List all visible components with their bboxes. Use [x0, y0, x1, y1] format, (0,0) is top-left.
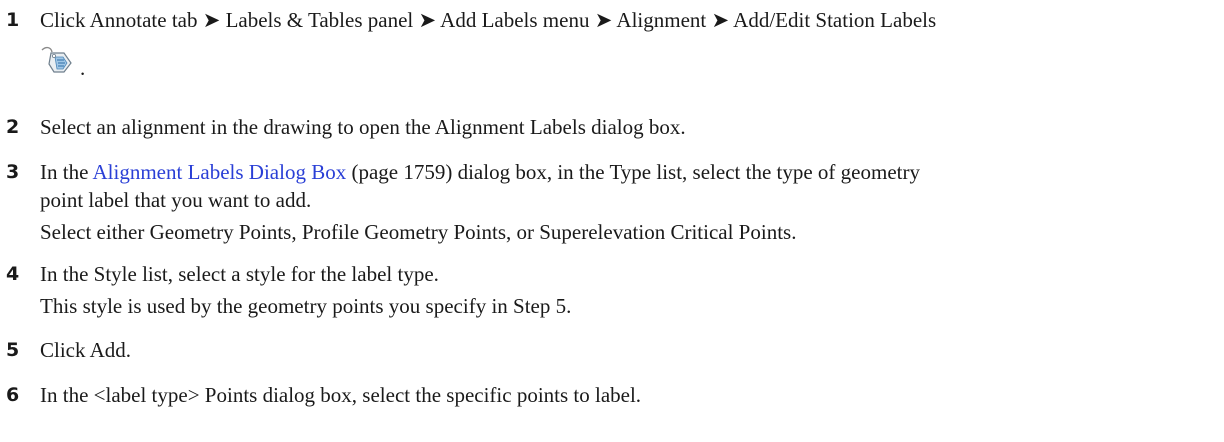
step-text: Select an alignment in the drawing to op…: [40, 115, 686, 139]
step-text-post: (page 1759) dialog box, in the Type list…: [346, 160, 920, 184]
step-text: In the Style list, select a style for th…: [40, 262, 439, 286]
step-number: 5: [6, 339, 20, 361]
step-text-pre: In the: [40, 160, 93, 184]
step-number: 3: [6, 161, 20, 183]
step-text: In the Alignment Labels Dialog Box (page…: [40, 158, 920, 186]
step-number: 1: [6, 9, 20, 31]
step-number: 4: [6, 263, 20, 285]
step-text: Click Annotate tab ➤ Labels & Tables pan…: [40, 8, 937, 32]
step-note: This style is used by the geometry point…: [40, 294, 572, 318]
step-text-continued: point label that you want to add.: [40, 188, 312, 212]
step-note: Select either Geometry Points, Profile G…: [40, 220, 797, 244]
step-text: In the <label type> Points dialog box, s…: [40, 383, 642, 407]
step-text: Click Add.: [40, 338, 132, 362]
step-number: 2: [6, 116, 20, 138]
label-tag-icon: [40, 44, 74, 74]
step-period: .: [80, 56, 86, 80]
alignment-labels-dialog-link[interactable]: Alignment Labels Dialog Box: [93, 160, 347, 184]
step-number: 6: [6, 384, 20, 406]
